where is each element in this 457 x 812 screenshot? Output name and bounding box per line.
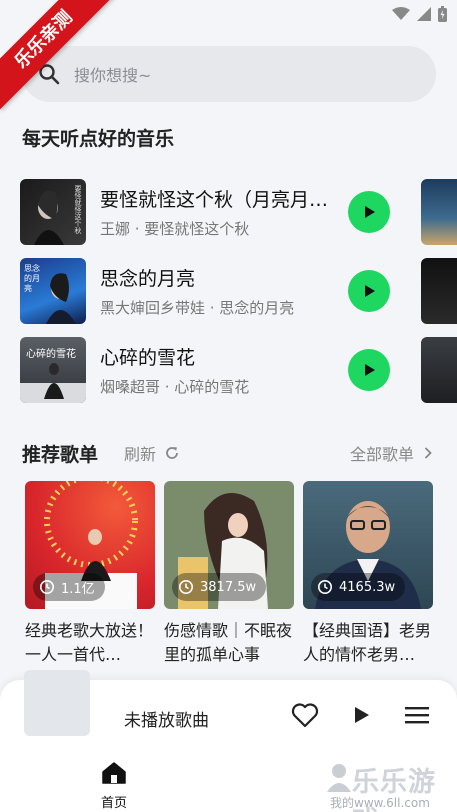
clock-icon xyxy=(179,580,193,594)
song-subtitle: 王娜 · 要怪就怪这个秋 xyxy=(100,220,250,238)
play-count-badge: 3817.5w xyxy=(172,573,267,601)
play-button[interactable] xyxy=(348,270,390,312)
song-title: 思念的月亮 xyxy=(100,268,196,290)
play-count: 4165.3w xyxy=(339,579,396,595)
next-page-cover[interactable] xyxy=(421,179,457,245)
recommend-title: 推荐歌单 xyxy=(22,443,99,466)
next-page-cover[interactable] xyxy=(421,337,457,403)
now-playing-cover xyxy=(24,670,90,736)
play-button[interactable] xyxy=(348,349,390,391)
search-placeholder: 搜你想搜~ xyxy=(74,66,152,85)
play-count-badge: 4165.3w xyxy=(311,573,406,601)
playlist-name: 经典老歌大放送！一人一首代… xyxy=(25,621,154,664)
home-icon xyxy=(102,762,126,784)
playlist-card[interactable]: 1.1亿 经典老歌大放送！一人一首代… xyxy=(25,481,155,667)
play-icon xyxy=(365,285,375,297)
playlist-menu-button[interactable] xyxy=(402,700,432,730)
battery-icon xyxy=(438,6,447,22)
favorite-button[interactable] xyxy=(290,700,320,730)
playlist-name: 【经典国语】老男人的情怀老男… xyxy=(303,621,432,664)
play-pause-button[interactable] xyxy=(346,700,376,730)
all-playlists-link[interactable]: 全部歌单 xyxy=(350,441,432,465)
recommend-header: 推荐歌单 刷新 全部歌单 xyxy=(22,438,436,468)
refresh-icon xyxy=(166,447,178,459)
play-count-badge: 1.1亿 xyxy=(33,573,105,601)
cover-caption: 思念的月亮 xyxy=(24,264,40,293)
song-cover: 要怪就怪这个秋 xyxy=(20,179,86,245)
watermark-url: 我的www.6ll.com xyxy=(330,796,430,810)
playlist-cover: 1.1亿 xyxy=(25,481,155,609)
song-cover: 心碎的雪花 xyxy=(20,337,86,403)
playlist-cover: 3817.5w xyxy=(164,481,294,609)
next-page-cover[interactable] xyxy=(421,258,457,324)
refresh-label: 刷新 xyxy=(124,445,157,464)
heart-icon xyxy=(291,703,319,728)
song-row[interactable]: 思念的月亮 思念的月亮 黑大婶回乡带娃 · 思念的月亮 xyxy=(20,258,400,324)
cover-caption: 心碎的雪花 xyxy=(26,349,76,360)
tab-home-label: 首页 xyxy=(100,796,127,811)
cover-caption: 要怪就怪这个秋 xyxy=(74,185,82,234)
menu-icon xyxy=(405,707,429,724)
playlist-cover: 4165.3w xyxy=(303,481,433,609)
song-subtitle: 烟嗓超哥 · 心碎的雪花 xyxy=(100,378,250,396)
user-silhouette-icon xyxy=(327,764,351,792)
daily-section-title: 每天听点好的音乐 xyxy=(22,128,175,150)
song-cover: 思念的月亮 xyxy=(20,258,86,324)
play-icon xyxy=(365,364,375,376)
all-playlists-label: 全部歌单 xyxy=(349,445,414,464)
clock-icon xyxy=(318,580,332,594)
play-button[interactable] xyxy=(348,191,390,233)
song-row[interactable]: 心碎的雪花 心碎的雪花 烟嗓超哥 · 心碎的雪花 xyxy=(20,337,400,403)
clock-icon xyxy=(40,580,54,594)
watermark: 乐乐游戏 我的www.6ll.com xyxy=(326,760,457,812)
song-title: 心碎的雪花 xyxy=(100,347,196,369)
song-subtitle: 黑大婶回乡带娃 · 思念的月亮 xyxy=(100,299,295,317)
tab-home[interactable]: 首页 xyxy=(94,762,134,811)
play-icon xyxy=(355,707,369,723)
play-icon xyxy=(365,206,375,218)
wifi-icon xyxy=(392,7,410,20)
signal-icon xyxy=(417,7,431,21)
playlist-card[interactable]: 4165.3w 【经典国语】老男人的情怀老男… xyxy=(303,481,433,667)
play-count: 3817.5w xyxy=(200,579,257,595)
refresh-button[interactable]: 刷新 xyxy=(124,441,180,465)
play-count: 1.1亿 xyxy=(61,581,95,597)
now-playing-title: 未播放歌曲 xyxy=(124,711,209,731)
song-row[interactable]: 要怪就怪这个秋 要怪就怪这个秋（月亮月… 王娜 · 要怪就怪这个秋 xyxy=(20,179,400,245)
chevron-right-icon xyxy=(424,447,432,459)
playlist-name: 伤感情歌｜不眠夜里的孤单心事 xyxy=(164,621,293,664)
search-bar[interactable]: 搜你想搜~ xyxy=(22,46,436,102)
playlist-card[interactable]: 3817.5w 伤感情歌｜不眠夜里的孤单心事 xyxy=(164,481,294,667)
song-title: 要怪就怪这个秋（月亮月… xyxy=(100,189,329,211)
